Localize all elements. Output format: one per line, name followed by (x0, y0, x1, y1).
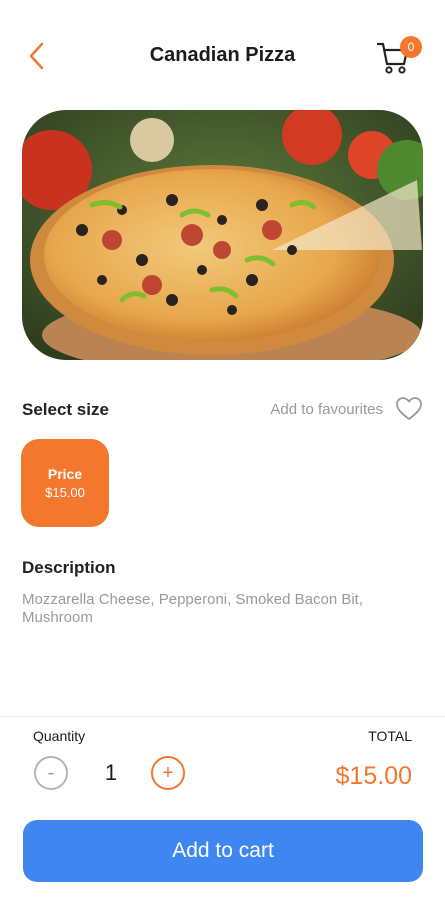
add-to-favourites[interactable]: Add to favourites (270, 396, 423, 422)
divider (0, 716, 445, 717)
size-row: Select size Add to favourites (22, 396, 423, 424)
pizza-photo (22, 110, 423, 360)
total-label: TOTAL (368, 728, 412, 744)
decrease-quantity-button[interactable]: - (34, 756, 68, 790)
total-value: $15.00 (335, 762, 412, 790)
size-option-value: $15.00 (45, 485, 85, 500)
favourite-label: Add to favourites (270, 400, 383, 418)
quantity-label: Quantity (33, 728, 86, 744)
size-option-price[interactable]: Price $15.00 (21, 439, 109, 527)
size-option-label: Price (47, 466, 83, 482)
cart-button[interactable]: 0 (376, 36, 422, 78)
description-title: Description (22, 558, 116, 577)
top-bar: Canadian Pizza 0 (0, 0, 445, 110)
select-size-label: Select size (22, 400, 109, 419)
pizza-image (22, 110, 423, 360)
minus-icon: - (47, 761, 55, 784)
plus-icon: + (162, 761, 174, 784)
description-text: Mozzarella Cheese, Pepperoni, Smoked Bac… (22, 591, 364, 626)
increase-quantity-button[interactable]: + (151, 756, 185, 790)
quantity-value: 1 (104, 760, 118, 785)
cart-count-badge: 0 (400, 36, 422, 58)
add-to-cart-button[interactable]: Add to cart (23, 820, 423, 882)
heart-icon (396, 397, 422, 420)
